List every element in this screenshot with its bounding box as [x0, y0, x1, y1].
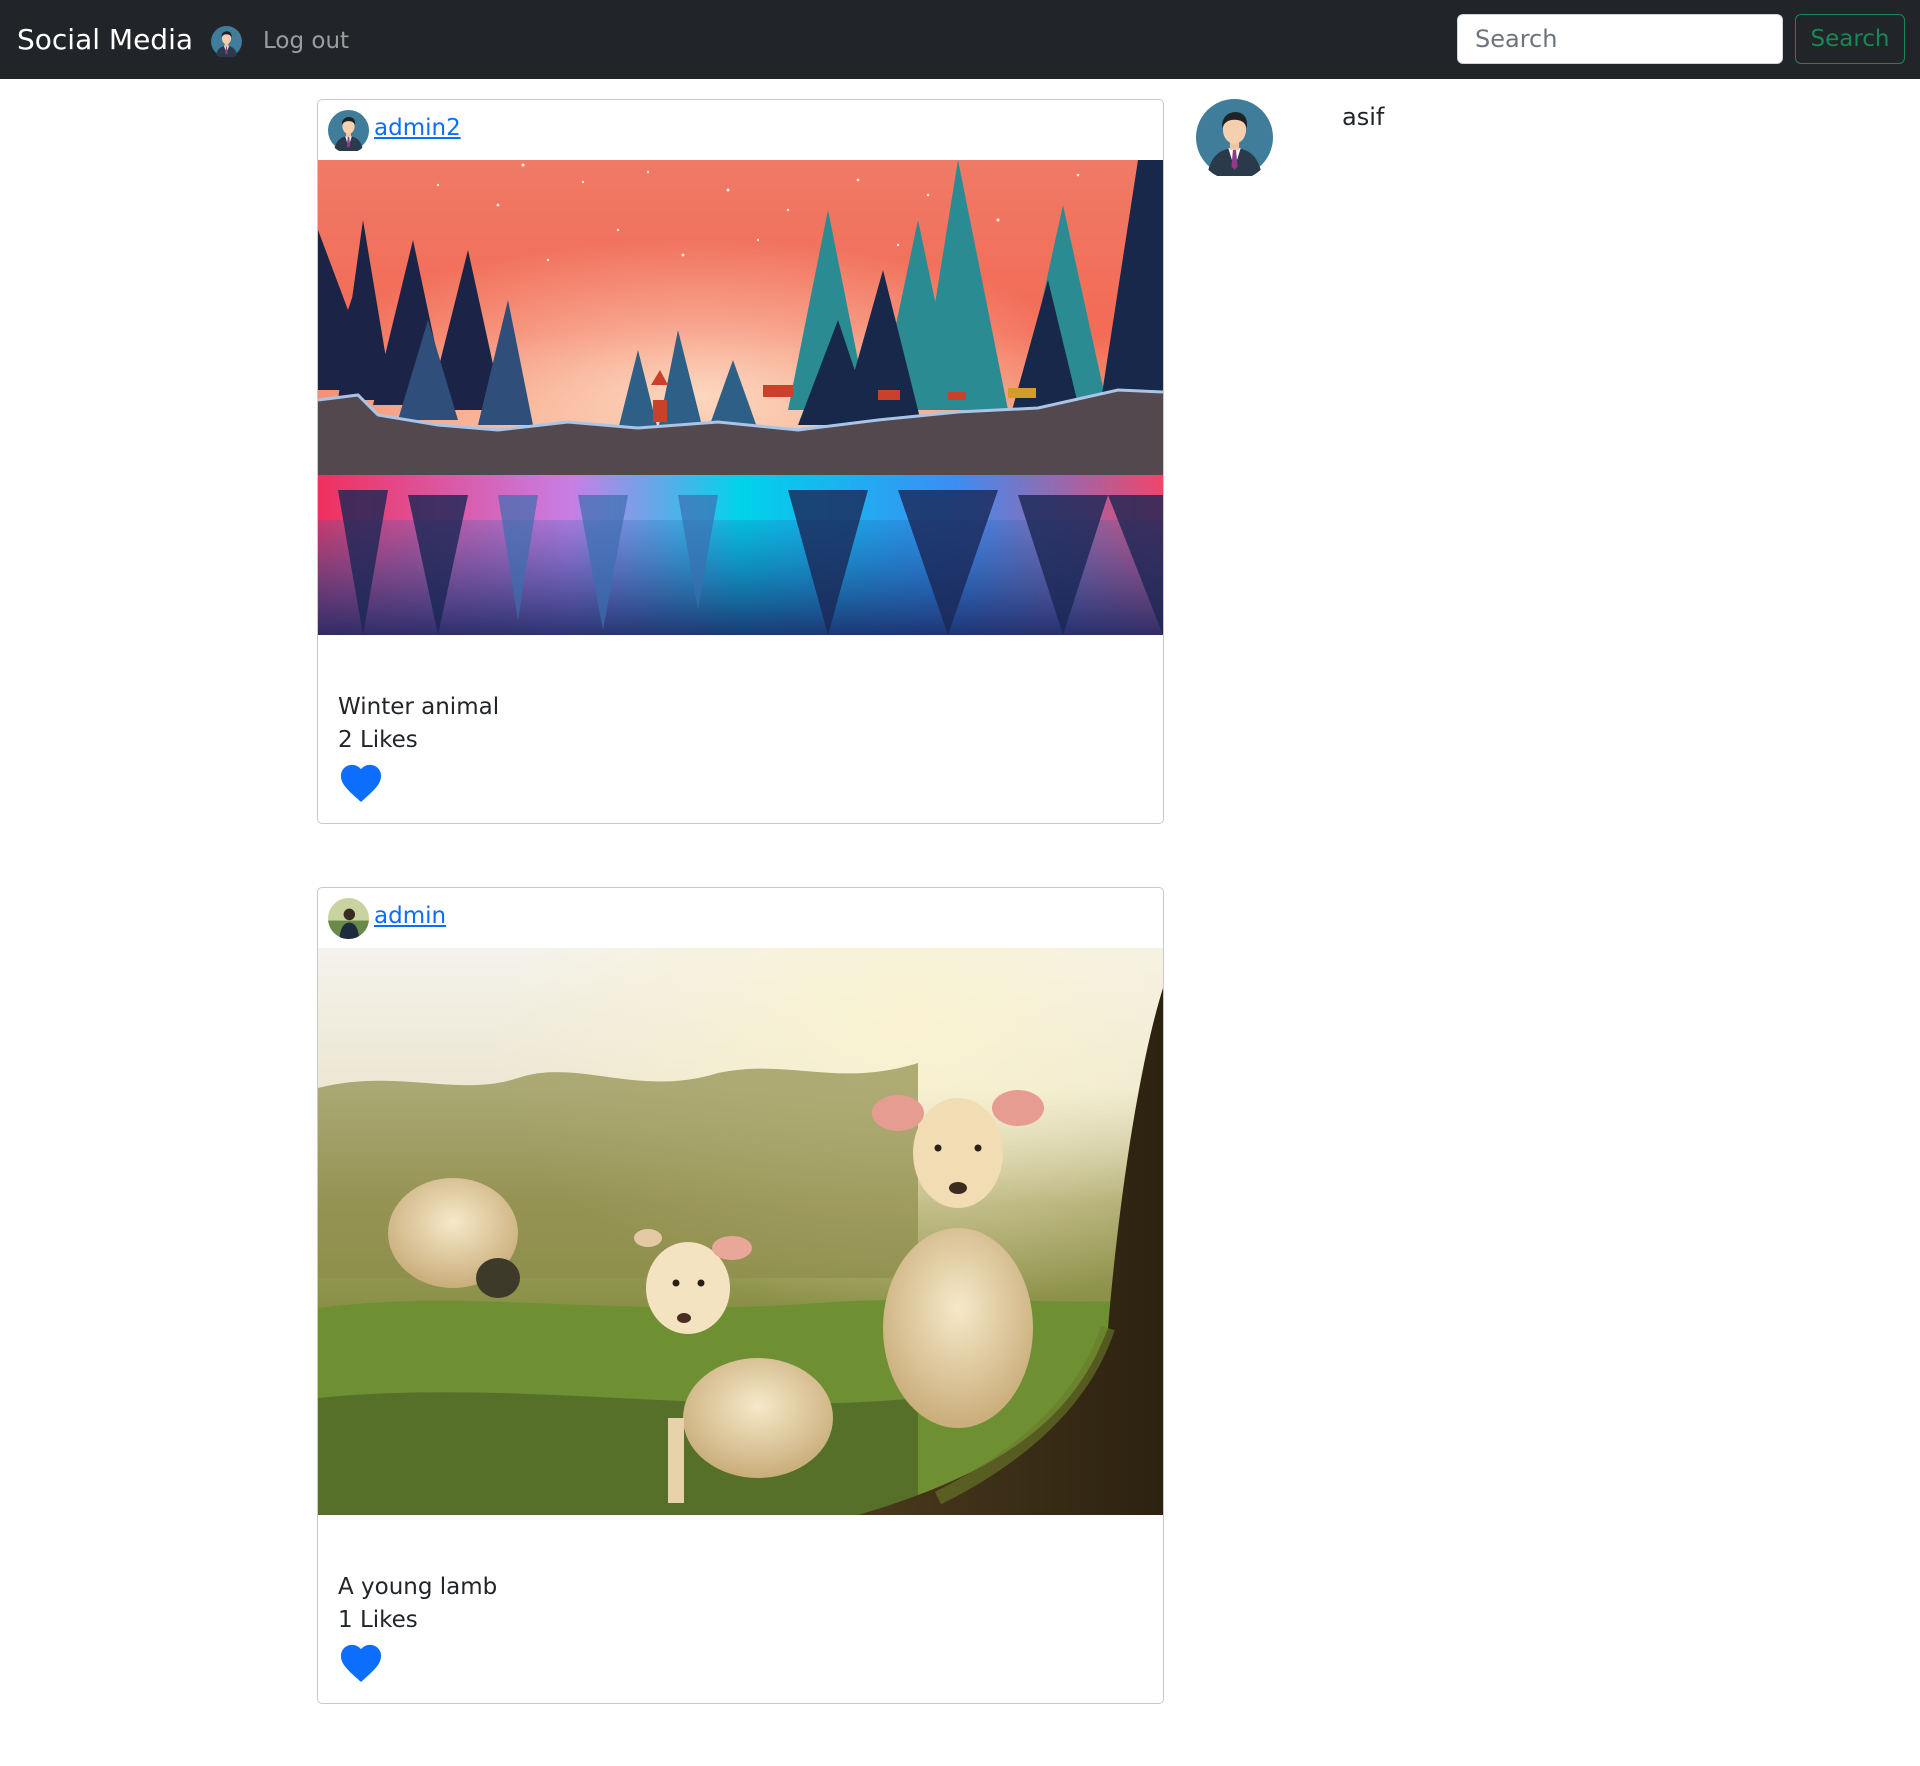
post-card: admin A young lamb 1 Likes — [317, 887, 1164, 1704]
like-count: 2 Likes — [338, 727, 418, 753]
user-avatar-icon[interactable] — [211, 26, 242, 57]
heart-icon[interactable] — [338, 1641, 384, 1683]
post-image — [318, 948, 1163, 1515]
author-link[interactable]: admin2 — [374, 113, 461, 143]
post-caption: Winter animal — [338, 694, 500, 720]
logout-link[interactable]: Log out — [263, 24, 349, 58]
author-avatar-icon[interactable] — [328, 110, 369, 151]
top-navbar: Social Media Log out Search — [0, 0, 1920, 79]
search-input[interactable] — [1457, 14, 1783, 64]
post-body: Winter animal 2 Likes — [318, 635, 1163, 823]
post-card: admin2 Winter animal 2 Likes — [317, 99, 1164, 824]
brand-logo-text[interactable]: Social Media — [17, 22, 193, 58]
profile-username: asif — [1342, 103, 1385, 131]
profile-avatar-icon[interactable] — [1196, 99, 1273, 176]
post-caption: A young lamb — [338, 1574, 498, 1600]
post-header: admin — [318, 888, 1163, 948]
like-count: 1 Likes — [338, 1607, 418, 1633]
post-image — [318, 160, 1163, 635]
author-avatar-icon[interactable] — [328, 898, 369, 939]
heart-icon[interactable] — [338, 761, 384, 803]
author-link[interactable]: admin — [374, 901, 446, 931]
search-button[interactable]: Search — [1795, 14, 1905, 64]
post-header: admin2 — [318, 100, 1163, 160]
post-body: A young lamb 1 Likes — [318, 1515, 1163, 1703]
